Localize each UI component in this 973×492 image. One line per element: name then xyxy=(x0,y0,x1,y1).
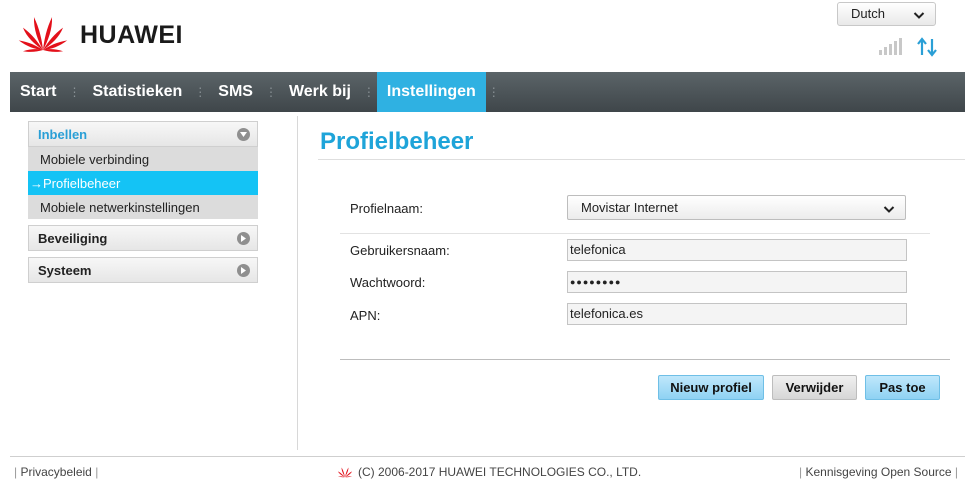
sidebar-group-label: Inbellen xyxy=(38,126,88,142)
nav-sms[interactable]: SMS xyxy=(208,72,263,112)
sidebar-group-label: Systeem xyxy=(38,262,92,278)
footer-open-source: | Kennisgeving Open Source | xyxy=(799,465,959,479)
footer-divider xyxy=(10,456,965,457)
nav-separator: ⋮ xyxy=(194,85,207,99)
new-profile-button[interactable]: Nieuw profiel xyxy=(658,375,764,400)
title-divider xyxy=(318,159,965,160)
chevron-down-icon xyxy=(883,200,895,223)
sidebar-item-mobiele-netwerkinstellingen[interactable]: Mobiele netwerkinstellingen xyxy=(28,195,258,219)
footer-copyright: (C) 2006-2017 HUAWEI TECHNOLOGIES CO., L… xyxy=(336,465,641,479)
data-transfer-icon xyxy=(916,37,938,63)
content-divider xyxy=(297,116,298,450)
arrow-right-icon: → xyxy=(30,175,43,191)
apn-input[interactable]: telefonica.es xyxy=(567,303,907,325)
apply-button[interactable]: Pas toe xyxy=(865,375,940,400)
sidebar-item-label: Profielbeheer xyxy=(43,175,121,191)
nav-start[interactable]: Start xyxy=(10,72,66,112)
main-nav: Start ⋮ Statistieken ⋮ SMS ⋮ Werk bij ⋮ … xyxy=(10,72,965,112)
open-source-link[interactable]: Kennisgeving Open Source xyxy=(805,465,951,479)
chevron-down-icon xyxy=(237,127,250,141)
huawei-flower-icon xyxy=(337,467,353,477)
sidebar: Inbellen Mobiele verbinding → Profielbeh… xyxy=(28,121,258,283)
form-divider xyxy=(340,233,930,234)
language-value: Dutch xyxy=(851,6,885,21)
profile-name-label: Profielnaam: xyxy=(350,201,423,216)
sidebar-item-profielbeheer[interactable]: → Profielbeheer xyxy=(28,171,258,195)
chevron-right-icon xyxy=(237,263,250,277)
profile-name-select[interactable]: Movistar Internet xyxy=(567,195,906,220)
username-input[interactable]: telefonica xyxy=(567,239,907,261)
apn-label: APN: xyxy=(350,308,381,323)
chevron-down-icon xyxy=(913,6,925,28)
page-title: Profielbeheer xyxy=(320,128,474,155)
huawei-flower-icon xyxy=(18,17,68,52)
footer-privacy: | Privacybeleid | xyxy=(14,465,99,479)
huawei-logo[interactable]: HUAWEI xyxy=(15,14,183,56)
nav-instellingen[interactable]: Instellingen xyxy=(376,72,486,112)
nav-separator: ⋮ xyxy=(264,85,277,99)
sidebar-group-systeem[interactable]: Systeem xyxy=(28,257,258,283)
language-select[interactable]: Dutch xyxy=(837,2,936,26)
sidebar-group-label: Beveiliging xyxy=(38,230,108,246)
nav-werk-bij[interactable]: Werk bij xyxy=(279,72,361,112)
chevron-right-icon xyxy=(237,231,250,245)
username-label: Gebruikersnaam: xyxy=(350,243,450,258)
nav-separator: ⋮ xyxy=(487,85,500,99)
signal-strength-icon xyxy=(879,38,902,55)
profile-name-value: Movistar Internet xyxy=(581,200,678,215)
nav-separator: ⋮ xyxy=(68,85,81,99)
sidebar-group-beveiliging[interactable]: Beveiliging xyxy=(28,225,258,251)
privacy-link[interactable]: Privacybeleid xyxy=(20,465,91,479)
brand-name: HUAWEI xyxy=(80,20,183,49)
copyright-text: (C) 2006-2017 HUAWEI TECHNOLOGIES CO., L… xyxy=(358,465,642,479)
delete-button[interactable]: Verwijder xyxy=(772,375,857,400)
sidebar-group-inbellen[interactable]: Inbellen xyxy=(28,121,258,147)
header: HUAWEI Dutch xyxy=(0,0,973,72)
password-label: Wachtwoord: xyxy=(350,275,426,290)
nav-separator: ⋮ xyxy=(362,85,375,99)
form-bottom-divider xyxy=(340,359,950,360)
sidebar-item-mobiele-verbinding[interactable]: Mobiele verbinding xyxy=(28,147,258,171)
password-input[interactable]: ●●●●●●●● xyxy=(567,271,907,293)
nav-statistieken[interactable]: Statistieken xyxy=(82,72,192,112)
